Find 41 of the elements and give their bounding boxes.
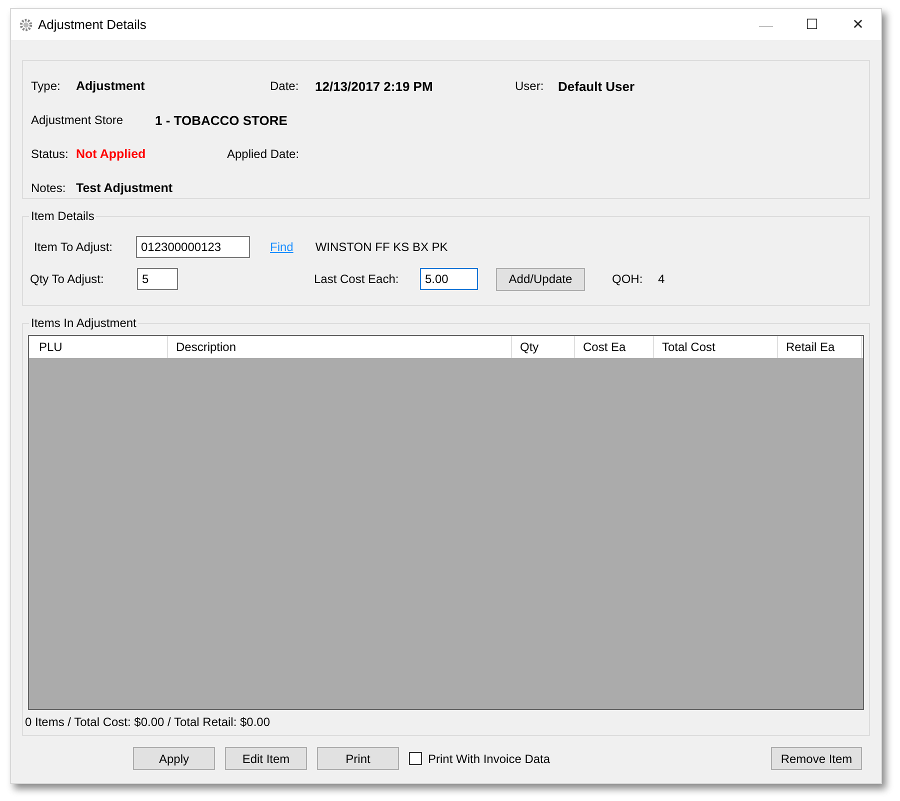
- type-value: Adjustment: [76, 79, 146, 93]
- store-label: Adjustment Store: [31, 113, 124, 127]
- applied-date-label: Applied Date:: [227, 147, 300, 161]
- column-header[interactable]: Cost Ea: [575, 336, 654, 358]
- window-title: Adjustment Details: [38, 17, 146, 32]
- qty-label: Qty To Adjust:: [30, 272, 105, 286]
- date-value: 12/13/2017 2:19 PM: [315, 78, 434, 94]
- maximize-button[interactable]: ☐: [789, 9, 835, 40]
- action-button[interactable]: Edit Item: [225, 747, 307, 770]
- group-title: Item Details: [30, 209, 96, 223]
- add-update-button[interactable]: Add/Update: [496, 268, 585, 290]
- user-label: User:: [515, 79, 545, 93]
- column-header[interactable]: Retail Ea: [778, 336, 862, 358]
- type-label: Type:: [31, 79, 62, 93]
- item-description: WINSTON FF KS BX PK: [315, 240, 448, 254]
- item-field[interactable]: 012300000123: [136, 236, 250, 258]
- remove-item-button[interactable]: Remove Item: [771, 747, 862, 770]
- notes-label: Notes:: [31, 181, 67, 195]
- item-label: Item To Adjust:: [34, 240, 114, 254]
- qoh-value: 4: [658, 272, 665, 286]
- close-button[interactable]: ✕: [835, 9, 881, 40]
- summary-text: 0 Items / Total Cost: $0.00 / Total Retail: $0.00: [24, 714, 272, 729]
- group-title: Items In Adjustment: [30, 316, 138, 330]
- notes-value: Test Adjustment: [76, 181, 173, 195]
- status-value: Not Applied: [76, 147, 147, 161]
- qty-field[interactable]: 5: [137, 268, 178, 290]
- column-header[interactable]: Description: [168, 336, 512, 358]
- qoh-label: QOH:: [612, 272, 644, 286]
- column-header[interactable]: Total Cost: [654, 336, 778, 358]
- gear-icon: [19, 18, 33, 32]
- cost-field[interactable]: 5.00: [420, 268, 478, 290]
- action-button[interactable]: Print: [317, 747, 399, 770]
- cost-label: Last Cost Each:: [314, 272, 400, 286]
- user-value: Default User: [558, 78, 635, 94]
- store-value: 1 - TOBACCO STORE: [155, 112, 288, 128]
- checkbox-icon[interactable]: [409, 752, 422, 765]
- date-label: Date:: [270, 79, 300, 93]
- column-header[interactable]: Qty: [512, 336, 575, 358]
- action-button[interactable]: Apply: [133, 747, 215, 770]
- status-label: Status:: [31, 147, 70, 161]
- column-header[interactable]: PLU: [31, 336, 168, 358]
